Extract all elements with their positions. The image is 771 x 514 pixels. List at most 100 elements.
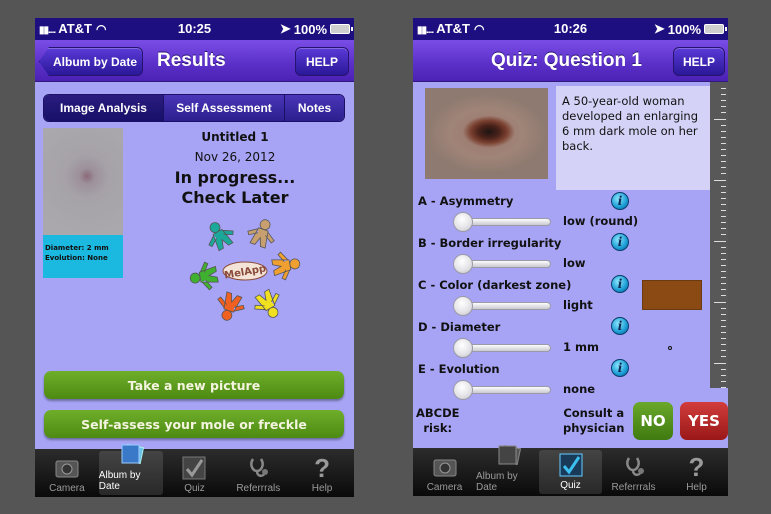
status-bar: ▮▮.... AT&T ◠ 10:25 ➤ 100%: [35, 18, 354, 40]
slider-thumb[interactable]: [453, 338, 473, 358]
figure-teal: [208, 222, 234, 252]
asymmetry-slider[interactable]: [453, 212, 551, 232]
mole-thumbnail[interactable]: Diameter: 2 mm Evolution: None: [43, 128, 123, 278]
tab-album-by-date[interactable]: Album by Date: [476, 444, 539, 496]
info-icon[interactable]: i: [611, 192, 629, 210]
ruler-tick: [721, 130, 726, 132]
tab-help[interactable]: ? Help: [290, 449, 354, 497]
diameter-slider[interactable]: [453, 338, 551, 358]
ruler-tick: [721, 228, 726, 230]
figure-yellow: [254, 288, 280, 318]
photo-album-icon: [495, 443, 521, 469]
asymmetry-value: low (round): [563, 214, 639, 228]
stethoscope-icon: [245, 455, 271, 481]
ruler-tick: [721, 100, 726, 102]
ruler-tick: [721, 197, 726, 199]
tab-bar: Camera Album by Date Quiz Referrrals ? H…: [35, 443, 354, 497]
battery-percent: 100%: [667, 21, 701, 37]
yes-button[interactable]: YES: [680, 402, 728, 440]
slider-thumb[interactable]: [453, 296, 473, 316]
melapp-logo: MelApp: [189, 219, 301, 321]
ruler-tick: [721, 338, 726, 340]
nav-bar: Album by Date Results HELP: [35, 40, 354, 82]
thumbnail-info: Diameter: 2 mm Evolution: None: [43, 235, 123, 278]
ruler-tick: [721, 88, 726, 89]
ruler-tick: [721, 319, 726, 321]
page-title: Results: [157, 50, 226, 71]
ruler-tick: [721, 234, 726, 236]
segment-image-analysis[interactable]: Image Analysis: [44, 95, 164, 121]
slider-thumb[interactable]: [453, 254, 473, 274]
ruler[interactable]: [710, 82, 728, 388]
ruler-tick: [721, 307, 726, 309]
quiz-mole-photo: [425, 88, 548, 179]
ruler-tick: [721, 344, 726, 346]
quiz-screen: ▮▮.... AT&T ◠ 10:26 ➤ 100% Quiz: Question …: [413, 18, 728, 496]
ruler-tick: [721, 203, 726, 205]
ruler-tick: [721, 106, 726, 108]
tab-camera[interactable]: Camera: [35, 449, 99, 497]
ruler-tick: [721, 167, 726, 169]
border-value: low: [563, 256, 586, 270]
criterion-label-evolution: E - Evolution: [418, 362, 500, 376]
info-icon[interactable]: i: [611, 233, 629, 251]
segment-self-assessment[interactable]: Self Assessment: [164, 95, 285, 121]
figure-red: [217, 291, 245, 321]
slider-thumb[interactable]: [453, 380, 473, 400]
ruler-tick: [721, 356, 726, 358]
tab-referrals[interactable]: Referrrals: [602, 448, 665, 496]
no-button[interactable]: NO: [633, 402, 673, 440]
tab-bar: Camera Album by Date Quiz Referrrals ? H…: [413, 444, 728, 496]
mole-photo: [43, 128, 123, 235]
take-new-picture-button[interactable]: Take a new picture: [44, 371, 344, 399]
ruler-tick: [721, 191, 726, 193]
camera-icon: [54, 455, 80, 481]
help-button[interactable]: HELP: [295, 47, 349, 76]
ruler-tick: [721, 222, 726, 224]
results-screen: ▮▮.... AT&T ◠ 10:25 ➤ 100% Album by Date R…: [35, 18, 354, 497]
tab-quiz[interactable]: Quiz: [163, 449, 227, 497]
ruler-tick: [721, 350, 726, 352]
border-slider[interactable]: [453, 254, 551, 274]
color-slider[interactable]: [453, 296, 551, 316]
abcde-risk-label: ABCDE risk:: [416, 406, 460, 435]
segment-notes[interactable]: Notes: [285, 95, 344, 121]
ruler-tick: [721, 264, 726, 266]
ruler-tick: [721, 149, 726, 150]
tab-album-by-date[interactable]: Album by Date: [98, 443, 163, 495]
tab-help[interactable]: ? Help: [665, 448, 728, 496]
ruler-tick: [721, 283, 726, 285]
ruler-tick: [714, 118, 726, 120]
diameter-preview-dot: [668, 346, 672, 350]
self-assess-button[interactable]: Self-assess your mole or freckle: [44, 410, 344, 438]
segmented-control: Image Analysis Self Assessment Notes: [43, 94, 345, 122]
battery-icon: [330, 24, 353, 34]
ruler-tick: [721, 252, 726, 254]
ruler-tick: [721, 332, 726, 333]
help-button[interactable]: HELP: [673, 47, 725, 76]
question-mark-icon: ?: [688, 451, 705, 482]
stethoscope-icon: [621, 454, 647, 480]
color-swatch: [642, 280, 702, 310]
checkmark-icon: [181, 455, 207, 481]
diameter-value: 1 mm: [563, 340, 599, 354]
ruler-tick: [721, 136, 726, 138]
tab-camera[interactable]: Camera: [413, 448, 476, 496]
back-button[interactable]: Album by Date: [39, 47, 143, 76]
ruler-tick: [721, 380, 726, 382]
ruler-tick: [721, 142, 726, 144]
info-icon[interactable]: i: [611, 359, 629, 377]
image-name: Untitled 1: [201, 130, 269, 144]
image-date: Nov 26, 2012: [194, 150, 276, 164]
ruler-tick: [721, 368, 726, 370]
slider-thumb[interactable]: [453, 212, 473, 232]
info-icon[interactable]: i: [611, 317, 629, 335]
tab-quiz[interactable]: Quiz: [539, 450, 602, 494]
info-icon[interactable]: i: [611, 275, 629, 293]
tab-referrals[interactable]: Referrrals: [226, 449, 290, 497]
evolution-slider[interactable]: [453, 380, 551, 400]
figure-tan: [247, 219, 275, 249]
location-icon: ➤: [279, 21, 291, 36]
ruler-tick: [721, 258, 726, 260]
figure-green: [189, 261, 219, 291]
